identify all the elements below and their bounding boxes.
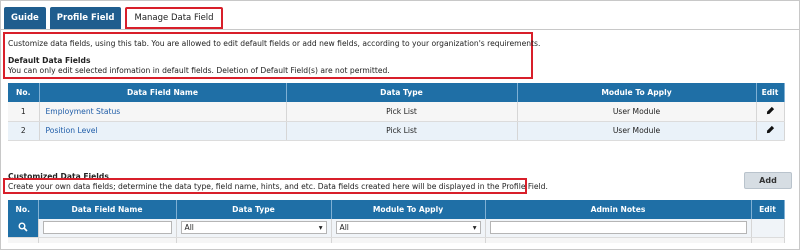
- field-name-link[interactable]: Employment Status: [39, 102, 287, 122]
- row-cell: [38, 237, 177, 243]
- col-header-field-name: Data Field Name: [39, 83, 287, 102]
- col-header-data-type: Data Type: [176, 200, 332, 219]
- table-row: 2 Position Level Pick List User Module: [8, 121, 785, 141]
- row-cell: [485, 237, 752, 243]
- filter-row: All ▾ All ▾: [8, 219, 785, 238]
- field-name-link[interactable]: Position Level: [39, 121, 287, 141]
- tab-manage-data-field[interactable]: Manage Data Field: [125, 7, 223, 29]
- module-filter-select[interactable]: All ▾: [335, 221, 481, 235]
- data-type-cell: Pick List: [286, 121, 518, 141]
- col-header-edit: Edit: [751, 200, 785, 219]
- module-cell: User Module: [517, 102, 757, 122]
- search-icon[interactable]: [18, 222, 28, 232]
- tab-profile-field[interactable]: Profile Field: [49, 7, 122, 29]
- table-row: 1 Employment Status Pick List User Modul…: [8, 102, 785, 122]
- filter-cell-edit: [751, 219, 785, 238]
- col-header-admin-notes: Admin Notes: [485, 200, 752, 219]
- tab-guide[interactable]: Guide: [4, 7, 46, 29]
- pencil-icon[interactable]: [766, 125, 775, 134]
- table-header-row: No. Data Field Name Data Type Module To …: [8, 200, 785, 219]
- filter-cell-name: [38, 219, 177, 238]
- admin-notes-filter-input[interactable]: [489, 221, 747, 235]
- filter-cell-type: All ▾: [176, 219, 332, 238]
- tab-divider: [0, 29, 800, 30]
- col-header-module: Module To Apply: [517, 83, 757, 102]
- col-header-no: No.: [8, 200, 39, 219]
- filter-cell-module: All ▾: [331, 219, 486, 238]
- row-cell: [751, 237, 785, 243]
- default-fields-table: No. Data Field Name Data Type Module To …: [8, 83, 785, 141]
- module-filter-value: All: [339, 223, 349, 233]
- search-cell: [8, 219, 39, 238]
- chevron-down-icon: ▾: [318, 223, 323, 233]
- row-number: 2: [8, 121, 40, 141]
- edit-cell: [756, 121, 785, 141]
- default-fields-note: You can only edit selected infomation in…: [8, 66, 390, 75]
- add-button[interactable]: Add: [744, 172, 792, 189]
- col-header-field-name: Data Field Name: [38, 200, 177, 219]
- row-number: 1: [8, 102, 40, 122]
- customized-fields-note: Create your own data fields; determine t…: [8, 182, 548, 191]
- edit-cell: [756, 102, 785, 122]
- table-row: [8, 237, 785, 243]
- table-header-row: No. Data Field Name Data Type Module To …: [8, 83, 785, 102]
- module-cell: User Module: [517, 121, 757, 141]
- col-header-data-type: Data Type: [286, 83, 518, 102]
- row-cell: [331, 237, 486, 243]
- col-header-no: No.: [8, 83, 40, 102]
- intro-text: Customize data fields, using this tab. Y…: [8, 39, 541, 48]
- customized-fields-table: No. Data Field Name Data Type Module To …: [8, 200, 785, 243]
- pencil-icon[interactable]: [766, 106, 775, 115]
- col-header-edit: Edit: [756, 83, 785, 102]
- row-cell: [176, 237, 332, 243]
- chevron-down-icon: ▾: [472, 223, 477, 233]
- data-type-filter-value: All: [184, 223, 194, 233]
- field-name-filter-input[interactable]: [42, 221, 172, 235]
- col-header-module: Module To Apply: [331, 200, 486, 219]
- default-fields-heading: Default Data Fields: [8, 56, 91, 65]
- filter-cell-notes: [485, 219, 752, 238]
- data-type-filter-select[interactable]: All ▾: [180, 221, 327, 235]
- row-cell: [8, 237, 39, 243]
- data-type-cell: Pick List: [286, 102, 518, 122]
- tab-bar: Guide Profile Field Manage Data Field: [4, 7, 223, 29]
